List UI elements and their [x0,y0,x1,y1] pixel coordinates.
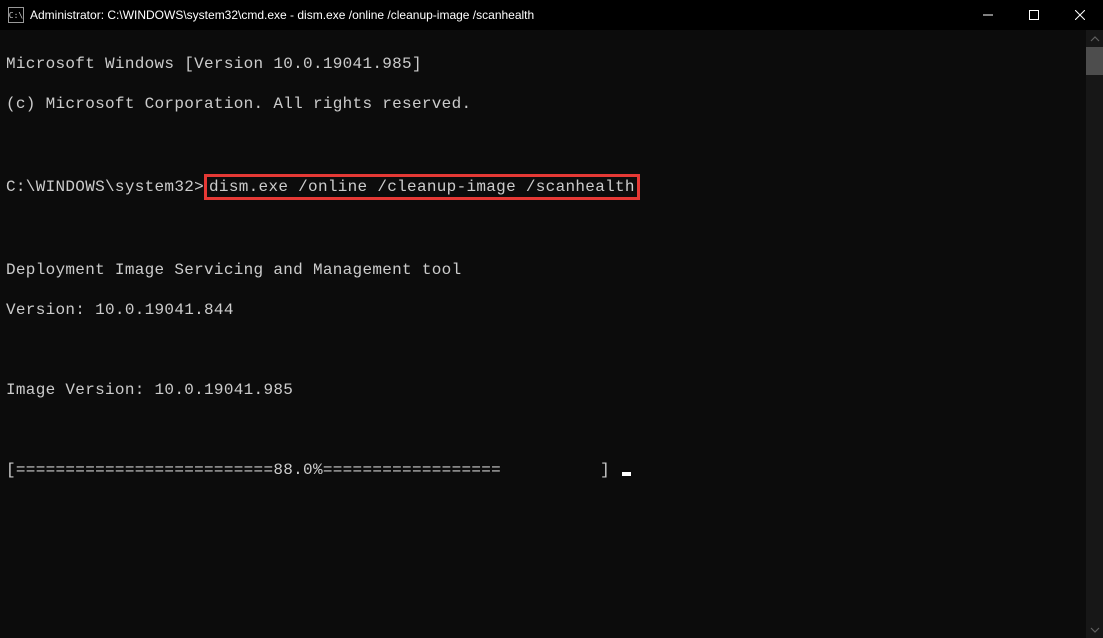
blank-line [6,134,1097,154]
image-version-line: Image Version: 10.0.19041.985 [6,380,1097,400]
minimize-button[interactable] [965,0,1011,30]
tool-version-line: Version: 10.0.19041.844 [6,300,1097,320]
blank-line [6,340,1097,360]
terminal-output[interactable]: Microsoft Windows [Version 10.0.19041.98… [0,30,1103,638]
highlighted-command: dism.exe /online /cleanup-image /scanhea… [204,174,640,200]
os-version-line: Microsoft Windows [Version 10.0.19041.98… [6,54,1097,74]
window-titlebar: C:\ Administrator: C:\WINDOWS\system32\c… [0,0,1103,30]
progress-bar-text: [==========================88.0%========… [6,461,620,479]
scroll-thumb[interactable] [1086,47,1103,75]
close-button[interactable] [1057,0,1103,30]
prompt-path: C:\WINDOWS\system32> [6,178,204,196]
scroll-down-arrow-icon[interactable] [1086,621,1103,638]
progress-line: [==========================88.0%========… [6,460,1097,480]
tool-name-line: Deployment Image Servicing and Managemen… [6,260,1097,280]
blank-line [6,420,1097,440]
vertical-scrollbar[interactable] [1086,30,1103,638]
command-line: C:\WINDOWS\system32>dism.exe /online /cl… [6,174,1097,200]
window-controls [965,0,1103,30]
window-title: Administrator: C:\WINDOWS\system32\cmd.e… [30,8,965,22]
copyright-line: (c) Microsoft Corporation. All rights re… [6,94,1097,114]
maximize-button[interactable] [1011,0,1057,30]
cmd-icon: C:\ [8,7,24,23]
scroll-up-arrow-icon[interactable] [1086,30,1103,47]
cursor [622,472,631,476]
blank-line [6,220,1097,240]
